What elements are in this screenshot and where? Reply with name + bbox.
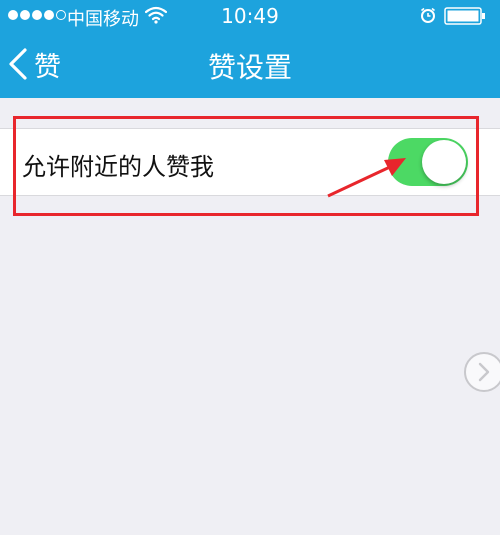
header: 中国移动 10:49 赞 赞设置 <box>0 0 500 98</box>
toggle-knob <box>422 140 466 184</box>
next-arrow-button[interactable] <box>464 352 500 392</box>
setting-row-nearby-likes: 允许附近的人赞我 <box>0 128 500 196</box>
setting-label: 允许附近的人赞我 <box>22 153 214 181</box>
page-title: 赞设置 <box>207 51 292 84</box>
alarm-icon <box>421 7 435 23</box>
chevron-right-icon <box>478 362 490 382</box>
nearby-likes-toggle[interactable] <box>388 138 468 186</box>
status-bar: 中国移动 10:49 <box>0 0 500 30</box>
battery-icon <box>444 7 485 25</box>
